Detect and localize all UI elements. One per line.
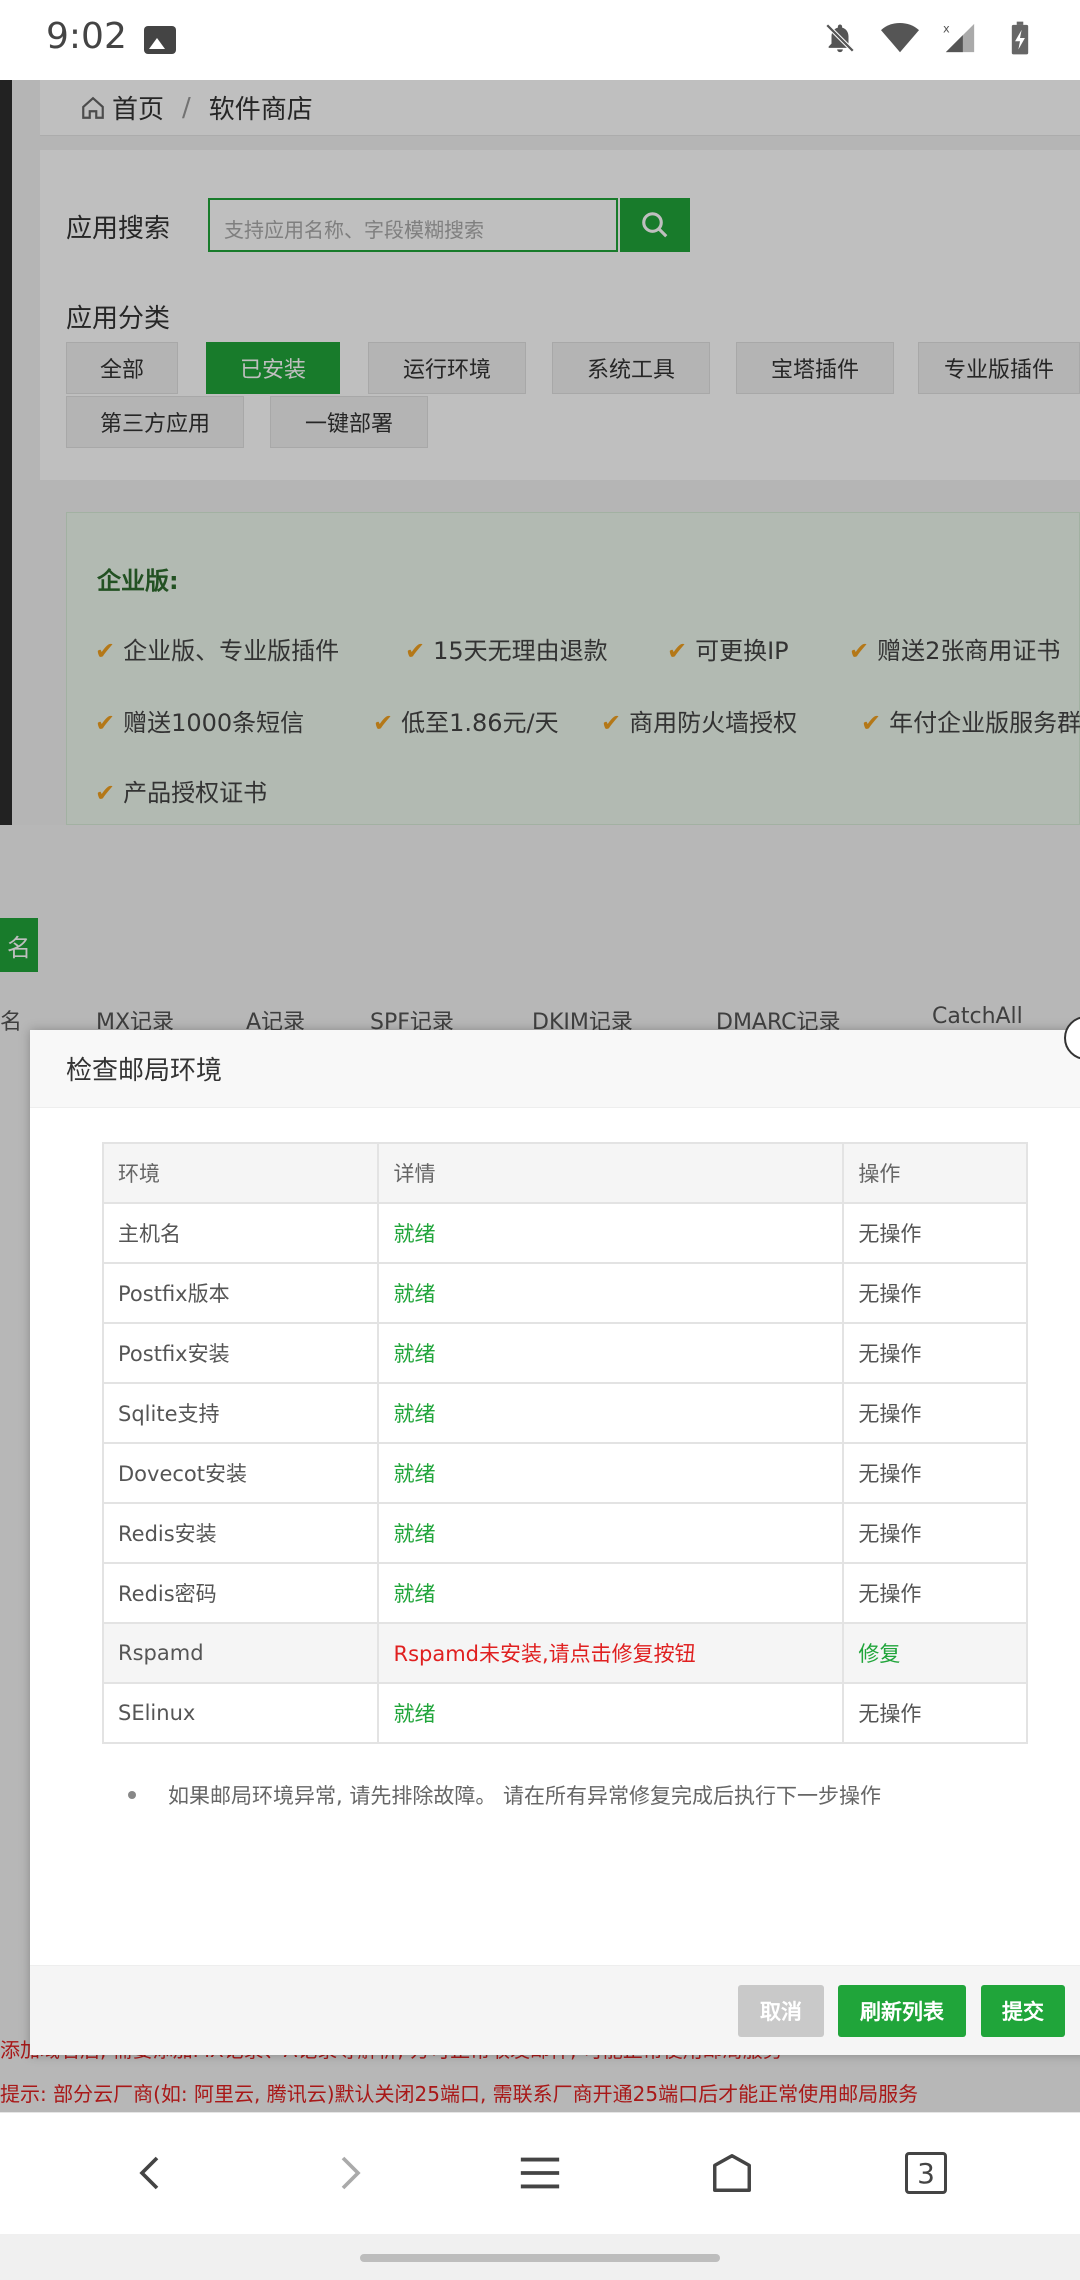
env-action: 无操作 [842, 1562, 1028, 1624]
dialog-footer: 取消 刷新列表 提交 [30, 1965, 1080, 2055]
env-table: 环境 详情 操作 主机名 就绪 无操作 Postfix版本 就绪 无操作 Postfix… [101, 1142, 1028, 1744]
env-action: 无操作 [842, 1442, 1028, 1504]
browser-toolbar: 3 [0, 2112, 1080, 2234]
env-detail: 就绪 [377, 1562, 845, 1624]
column-action: 操作 [842, 1142, 1028, 1204]
table-row: 主机名 就绪 无操作 [101, 1202, 1028, 1264]
cell-signal-icon: x [940, 18, 980, 58]
env-action: 无操作 [842, 1502, 1028, 1564]
dialog-tip: 如果邮局环境异常, 请先排除故障。 请在所有异常修复完成后执行下一步操作 [128, 1780, 881, 1810]
table-row: Redis密码 就绪 无操作 [101, 1562, 1028, 1624]
table-row-error: Rspamd Rspamd未安装,请点击修复按钮 修复 [101, 1622, 1028, 1684]
env-name: Rspamd [101, 1622, 380, 1684]
env-detail: 就绪 [377, 1502, 845, 1564]
env-name: Postfix安装 [101, 1322, 380, 1384]
wifi-icon [880, 18, 920, 58]
chevron-left-icon [139, 2156, 159, 2190]
env-action: 无操作 [842, 1382, 1028, 1444]
tab-count: 3 [905, 2152, 947, 2194]
svg-text:x: x [943, 21, 950, 35]
env-name: Redis安装 [101, 1502, 380, 1564]
battery-charging-icon [1000, 18, 1040, 58]
table-row: Dovecot安装 就绪 无操作 [101, 1442, 1028, 1504]
status-bar: 9:02 x [0, 0, 1080, 80]
env-name: Postfix版本 [101, 1262, 380, 1324]
env-action: 无操作 [842, 1202, 1028, 1264]
env-detail-error: Rspamd未安装,请点击修复按钮 [377, 1622, 845, 1684]
env-detail: 就绪 [377, 1322, 845, 1384]
dialog-title: 检查邮局环境 [30, 1030, 1080, 1108]
gesture-home-bar[interactable] [360, 2254, 720, 2262]
env-action: 无操作 [842, 1322, 1028, 1384]
back-button[interactable] [112, 2133, 192, 2213]
table-header: 环境 详情 操作 [101, 1142, 1028, 1204]
table-row: SElinux 就绪 无操作 [101, 1682, 1028, 1744]
chevron-right-icon [341, 2156, 361, 2190]
status-icons: x [820, 18, 1040, 58]
env-name: Sqlite支持 [101, 1382, 380, 1444]
table-row: Sqlite支持 就绪 无操作 [101, 1382, 1028, 1444]
env-detail: 就绪 [377, 1382, 845, 1444]
env-action: 无操作 [842, 1262, 1028, 1324]
forward-button[interactable] [308, 2133, 388, 2213]
env-name: 主机名 [101, 1202, 380, 1264]
env-name: Dovecot安装 [101, 1442, 380, 1504]
env-detail: 就绪 [377, 1262, 845, 1324]
submit-button[interactable]: 提交 [981, 1984, 1065, 2037]
home-icon [713, 2154, 751, 2192]
env-name: Redis密码 [101, 1562, 380, 1624]
column-detail: 详情 [377, 1142, 845, 1204]
env-action: 无操作 [842, 1682, 1028, 1744]
refresh-list-button[interactable]: 刷新列表 [838, 1984, 966, 2037]
env-detail: 就绪 [377, 1682, 845, 1744]
menu-button[interactable] [500, 2133, 580, 2213]
env-detail: 就绪 [377, 1442, 845, 1504]
image-notification-icon [144, 26, 176, 54]
home-button[interactable] [692, 2133, 772, 2213]
check-mail-env-dialog: 检查邮局环境 环境 详情 操作 主机名 就绪 无操作 Postfix版本 就绪 无操作 … [30, 1016, 1080, 2055]
status-time: 9:02 [46, 16, 127, 57]
tabs-button[interactable]: 3 [886, 2133, 966, 2213]
table-row: Postfix安装 就绪 无操作 [101, 1322, 1028, 1384]
notifications-off-icon [820, 18, 860, 58]
bullet-icon [128, 1791, 136, 1799]
table-row: Redis安装 就绪 无操作 [101, 1502, 1028, 1564]
env-name: SElinux [101, 1682, 380, 1744]
fix-link[interactable]: 修复 [842, 1622, 1028, 1684]
tip-text: 如果邮局环境异常, 请先排除故障。 请在所有异常修复完成后执行下一步操作 [168, 1784, 882, 1808]
env-detail: 就绪 [377, 1202, 845, 1264]
cancel-button[interactable]: 取消 [738, 1984, 824, 2037]
table-row: Postfix版本 就绪 无操作 [101, 1262, 1028, 1324]
menu-icon [520, 2157, 560, 2189]
column-env: 环境 [101, 1142, 380, 1204]
